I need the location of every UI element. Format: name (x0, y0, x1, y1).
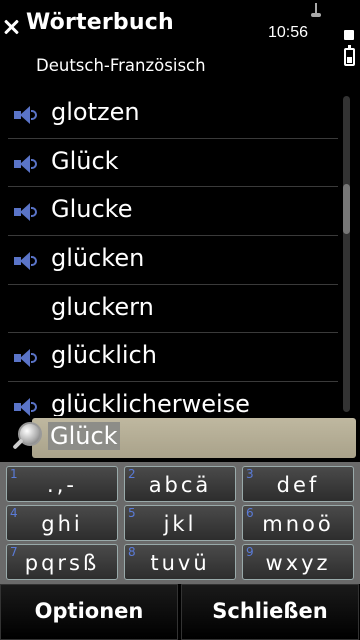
word-list: glotzen Glück Glucke glücken gluckern gl… (0, 90, 342, 416)
speaker-icon[interactable] (14, 203, 38, 222)
word-label: gluckern (51, 292, 154, 321)
word-label: Glück (51, 146, 119, 175)
speaker-icon[interactable] (14, 252, 38, 271)
list-item[interactable]: gluckern (8, 285, 338, 334)
battery-icon (344, 45, 355, 66)
scrollbar[interactable] (343, 96, 350, 412)
key-1[interactable]: 1 .,- (6, 466, 118, 502)
battery-indicator (344, 30, 354, 40)
key-3[interactable]: 3 def (242, 466, 354, 502)
virtual-keypad: 1 .,- 2 abcä 3 def 4 ghi 5 jkl 6 mnoö 7 pqrsß 8… (0, 462, 360, 584)
word-label: Glucke (51, 195, 133, 224)
app-title: Wörterbuch (26, 10, 174, 35)
dictionary-language: Deutsch-Französisch (36, 56, 206, 75)
speaker-icon[interactable] (14, 349, 38, 368)
key-8[interactable]: 8 tuvü (124, 544, 236, 580)
key-7[interactable]: 7 pqrsß (6, 544, 118, 580)
word-label: glücklich (51, 341, 157, 370)
list-item[interactable]: glücklicherweise (8, 382, 338, 416)
speaker-icon[interactable] (14, 398, 38, 416)
close-icon[interactable] (2, 18, 20, 36)
word-label: glücken (51, 244, 145, 273)
list-item[interactable]: Glucke (8, 187, 338, 237)
clock: 10:56 (268, 24, 309, 41)
key-2[interactable]: 2 abcä (124, 466, 236, 502)
speaker-icon[interactable] (14, 154, 38, 173)
search-input[interactable]: Glück (32, 418, 356, 458)
word-label: glotzen (51, 98, 140, 126)
list-item[interactable]: glotzen (8, 90, 338, 139)
search-value: Glück (48, 422, 120, 450)
speaker-icon[interactable] (14, 106, 38, 124)
scroll-thumb[interactable] (343, 184, 350, 234)
key-9[interactable]: 9 wxyz (242, 544, 354, 580)
key-5[interactable]: 5 jkl (124, 505, 236, 541)
signal-icon (311, 3, 321, 17)
key-6[interactable]: 6 mnoö (242, 505, 354, 541)
list-item[interactable]: glücklich (8, 333, 338, 383)
word-label: glücklicherweise (51, 390, 250, 416)
options-button[interactable]: Optionen (0, 584, 178, 640)
list-item[interactable]: glücken (8, 236, 338, 285)
search-icon (12, 420, 44, 454)
key-4[interactable]: 4 ghi (6, 505, 118, 541)
close-button[interactable]: Schließen (181, 584, 359, 640)
list-item[interactable]: Glück (8, 139, 338, 188)
softkey-bar: Optionen Schließen (0, 584, 360, 640)
search-bar: Glück (8, 416, 356, 460)
